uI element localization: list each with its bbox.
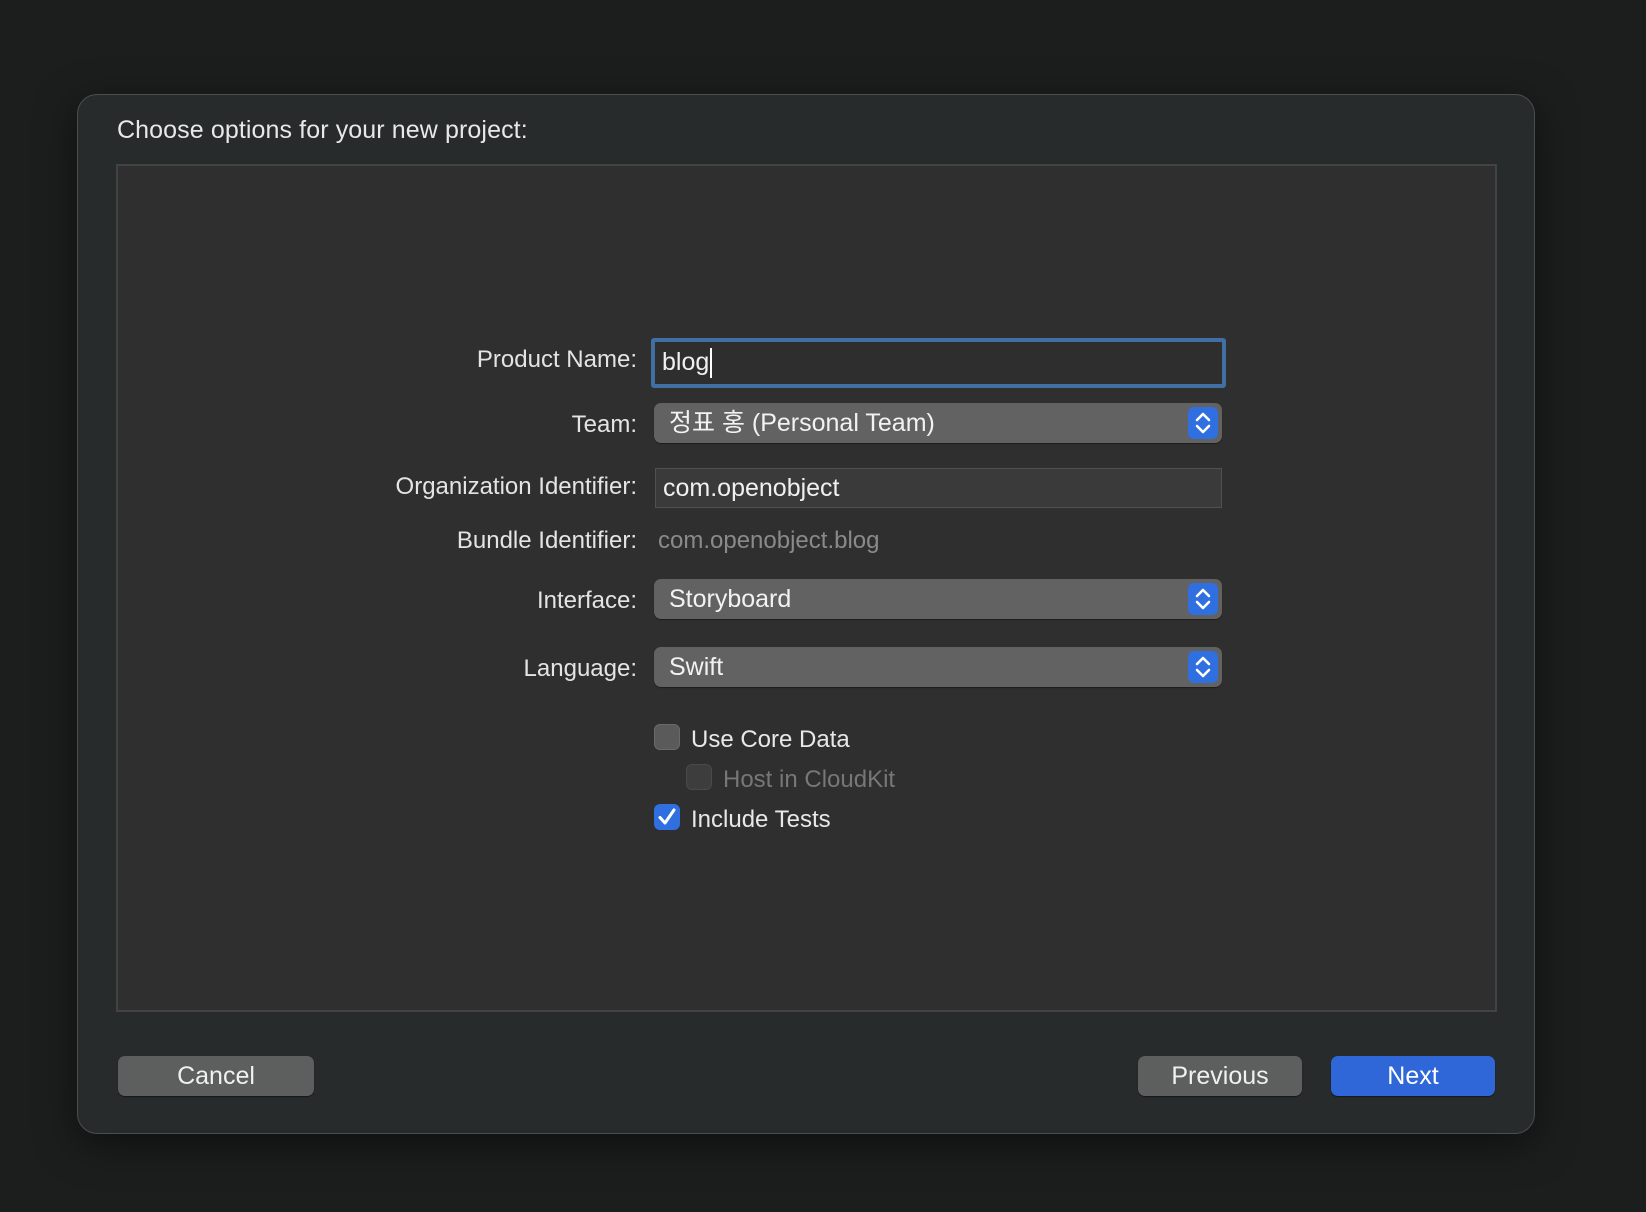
interface-value: Storyboard bbox=[669, 585, 792, 613]
chevron-up-down-icon bbox=[1188, 407, 1218, 439]
include-tests-label[interactable]: Include Tests bbox=[691, 806, 831, 834]
text-caret bbox=[710, 348, 713, 379]
chevron-up-down-icon bbox=[1188, 583, 1218, 615]
checkmark-icon bbox=[658, 808, 676, 825]
product-name-field[interactable]: blog bbox=[651, 338, 1226, 388]
language-label: Language: bbox=[523, 655, 637, 682]
options-panel: Product Name: blog Team: 정표 홍 (Personal … bbox=[116, 164, 1497, 1012]
product-name-label: Product Name: bbox=[476, 346, 637, 373]
organization-identifier-label: Organization Identifier: bbox=[395, 473, 637, 500]
team-popup[interactable]: 정표 홍 (Personal Team) bbox=[654, 403, 1222, 443]
product-name-value: blog bbox=[662, 348, 710, 376]
language-value: Swift bbox=[669, 653, 724, 681]
chevron-up-down-icon bbox=[1188, 651, 1218, 683]
use-core-data-label[interactable]: Use Core Data bbox=[691, 726, 850, 754]
next-button[interactable]: Next bbox=[1331, 1056, 1495, 1096]
host-in-cloudkit-checkbox bbox=[686, 764, 712, 790]
interface-popup[interactable]: Storyboard bbox=[654, 579, 1222, 619]
team-value: 정표 홍 (Personal Team) bbox=[669, 409, 935, 437]
organization-identifier-field[interactable]: com.openobject bbox=[655, 468, 1222, 508]
bundle-identifier-value: com.openobject.blog bbox=[658, 527, 880, 554]
previous-button[interactable]: Previous bbox=[1138, 1056, 1302, 1096]
include-tests-checkbox[interactable] bbox=[654, 804, 680, 830]
bundle-identifier-label: Bundle Identifier: bbox=[456, 527, 637, 554]
sheet-title: Choose options for your new project: bbox=[117, 116, 528, 144]
new-project-options-sheet: Choose options for your new project: Pro… bbox=[77, 94, 1535, 1134]
organization-identifier-value: com.openobject bbox=[663, 474, 840, 502]
team-label: Team: bbox=[571, 411, 637, 438]
cancel-button[interactable]: Cancel bbox=[118, 1056, 314, 1096]
interface-label: Interface: bbox=[536, 587, 637, 614]
use-core-data-checkbox[interactable] bbox=[654, 724, 680, 750]
language-popup[interactable]: Swift bbox=[654, 647, 1222, 687]
host-in-cloudkit-label: Host in CloudKit bbox=[723, 766, 896, 793]
